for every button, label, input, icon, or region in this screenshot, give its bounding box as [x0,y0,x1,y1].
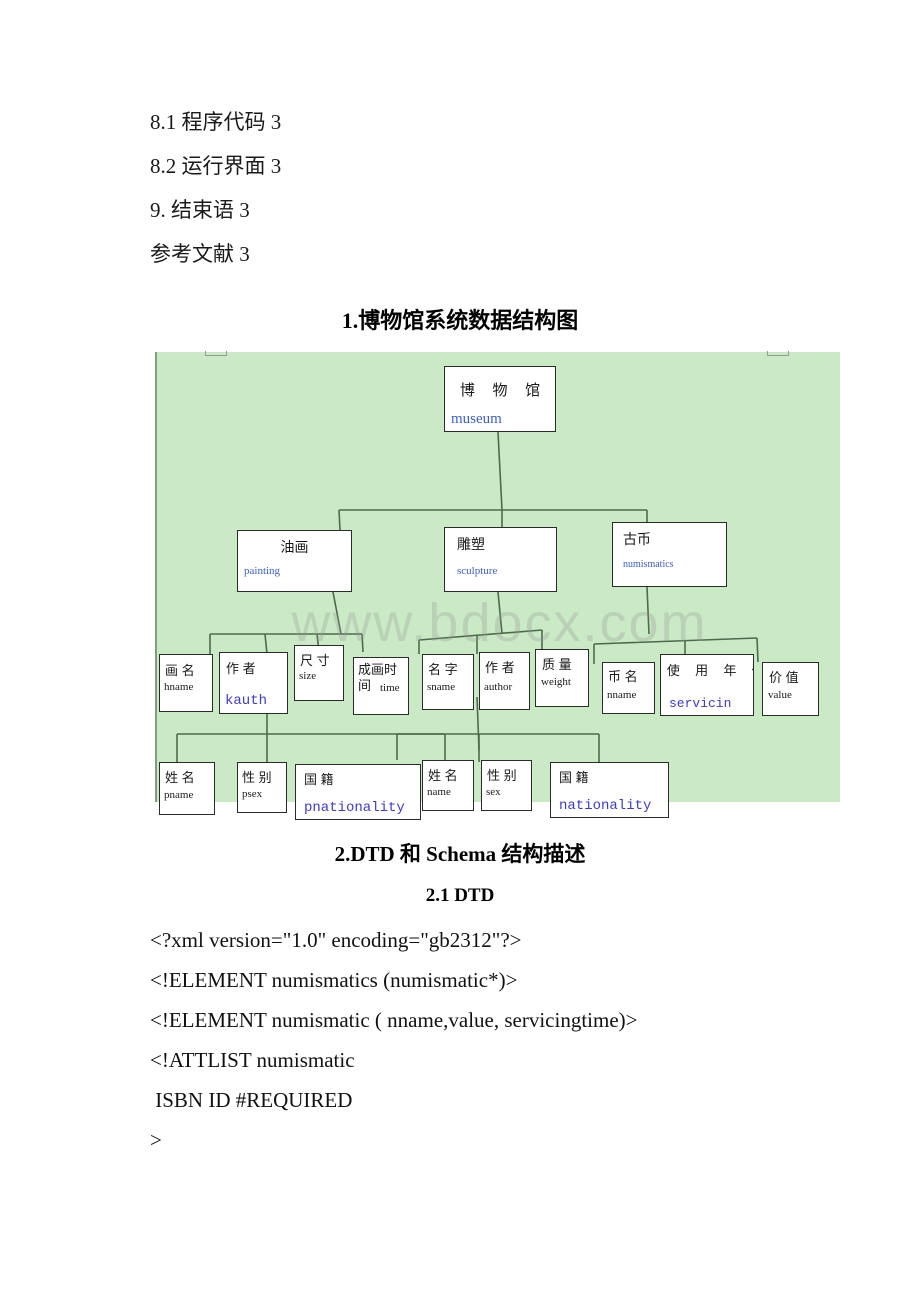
dtd-section-heading: 2.DTD 和 Schema 结构描述 [334,842,586,866]
museum-data-structure-diagram: www.bdocx.com 博 物 馆 museum 油画 painting 雕… [155,351,840,820]
node-sname-cn: 名 字 [428,662,458,677]
node-kauth-cn: 作 者 [226,661,256,676]
node-sex-cn: 性 别 [487,768,517,783]
node-value-cn: 价 值 [769,670,799,685]
node-time[interactable]: 成画时间 time [353,657,409,715]
node-pname-en: pname [164,789,194,801]
node-name-en: name [427,786,451,798]
code-line: <?xml version="1.0" encoding="gb2312"?> [150,928,522,952]
node-sculpture-cn: 雕塑 [457,536,485,552]
node-sculpture[interactable]: 雕塑 sculpture [444,527,557,592]
node-servicin-en: servicin [669,696,732,711]
node-pnationality-cn: 国 籍 [304,772,334,787]
node-servicin[interactable]: 使 用 年 代 servicin [660,654,754,716]
node-author-en: author [484,681,513,693]
node-museum-en: museum [451,411,502,427]
table-of-contents: 8.1 程序代码 3 8.2 运行界面 3 9. 结束语 3 参考文献 3 [150,100,850,276]
node-sex-en: sex [486,786,501,798]
node-museum[interactable]: 博 物 馆 museum [444,366,556,432]
node-kauth-en: kauth [225,693,268,709]
node-hname-cn: 画 名 [165,663,195,678]
node-value-en: value [768,689,792,701]
toc-entry: 8.1 程序代码 3 [150,110,282,134]
node-numismatics-cn: 古币 [623,531,651,547]
node-nname[interactable]: 币 名 nname [602,662,655,714]
node-kauth[interactable]: 作 者 kauth [219,652,288,714]
node-painting-en: painting [244,565,281,577]
node-weight[interactable]: 质 量 weight [535,649,589,707]
node-sex[interactable]: 性 别 sex [481,760,532,811]
node-size[interactable]: 尺 寸 size [294,645,344,701]
node-size-en: size [299,670,317,682]
toc-entry: 参考文献 3 [150,242,250,266]
dtd-subsection-heading: 2.1 DTD [425,885,495,906]
toc-entry: 8.2 运行界面 3 [150,154,282,178]
node-servicin-cn: 使 用 年 代 [666,663,753,678]
node-sculpture-en: sculpture [457,565,498,577]
node-numismatics[interactable]: 古币 numismatics [612,522,727,587]
node-nname-cn: 币 名 [608,669,638,684]
dtd-code-block: <?xml version="1.0" encoding="gb2312"?> … [150,920,870,1160]
code-line: <!ELEMENT numismatics (numismatic*)> [150,968,518,992]
node-numismatics-en: numismatics [623,559,674,570]
node-psex-cn: 性 别 [242,770,272,785]
node-painting-cn: 油画 [280,539,309,555]
node-value[interactable]: 价 值 value [762,662,819,716]
node-weight-en: weight [541,676,571,688]
node-museum-cn: 博 物 馆 [459,382,547,399]
node-sname[interactable]: 名 字 sname [422,654,474,710]
panel-corner-tick-left [205,351,227,356]
node-pnationality-en: pnationality [304,800,405,816]
node-pname-cn: 姓 名 [165,770,195,785]
code-line: <!ATTLIST numismatic [150,1048,355,1072]
node-pname[interactable]: 姓 名 pname [159,762,215,815]
node-hname-en: hname [164,681,194,693]
node-psex-en: psex [242,788,263,800]
node-hname[interactable]: 画 名 hname [159,654,213,712]
node-psex[interactable]: 性 别 psex [237,762,287,813]
node-nationality[interactable]: 国 籍 nationality [550,762,669,818]
node-size-cn: 尺 寸 [300,653,330,668]
node-nname-en: nname [607,689,637,701]
node-name[interactable]: 姓 名 name [422,760,474,811]
node-weight-cn: 质 量 [542,657,572,672]
node-author-cn: 作 者 [485,660,515,675]
toc-entry: 9. 结束语 3 [150,198,250,222]
code-line: ISBN ID #REQUIRED [150,1088,353,1112]
node-time-en: time [380,682,400,694]
node-name-cn: 姓 名 [428,768,458,783]
node-sname-en: sname [427,681,456,693]
node-pnationality[interactable]: 国 籍 pnationality [295,764,421,820]
node-nationality-cn: 国 籍 [559,770,589,785]
node-author[interactable]: 作 者 author [479,652,530,710]
node-nationality-en: nationality [559,798,652,814]
node-painting[interactable]: 油画 painting [237,530,352,592]
panel-corner-tick-right [767,351,789,356]
code-line: <!ELEMENT numismatic ( nname,value, serv… [150,1008,638,1032]
diagram-section-heading: 1.博物馆系统数据结构图 [341,308,579,333]
code-line: > [150,1128,162,1152]
